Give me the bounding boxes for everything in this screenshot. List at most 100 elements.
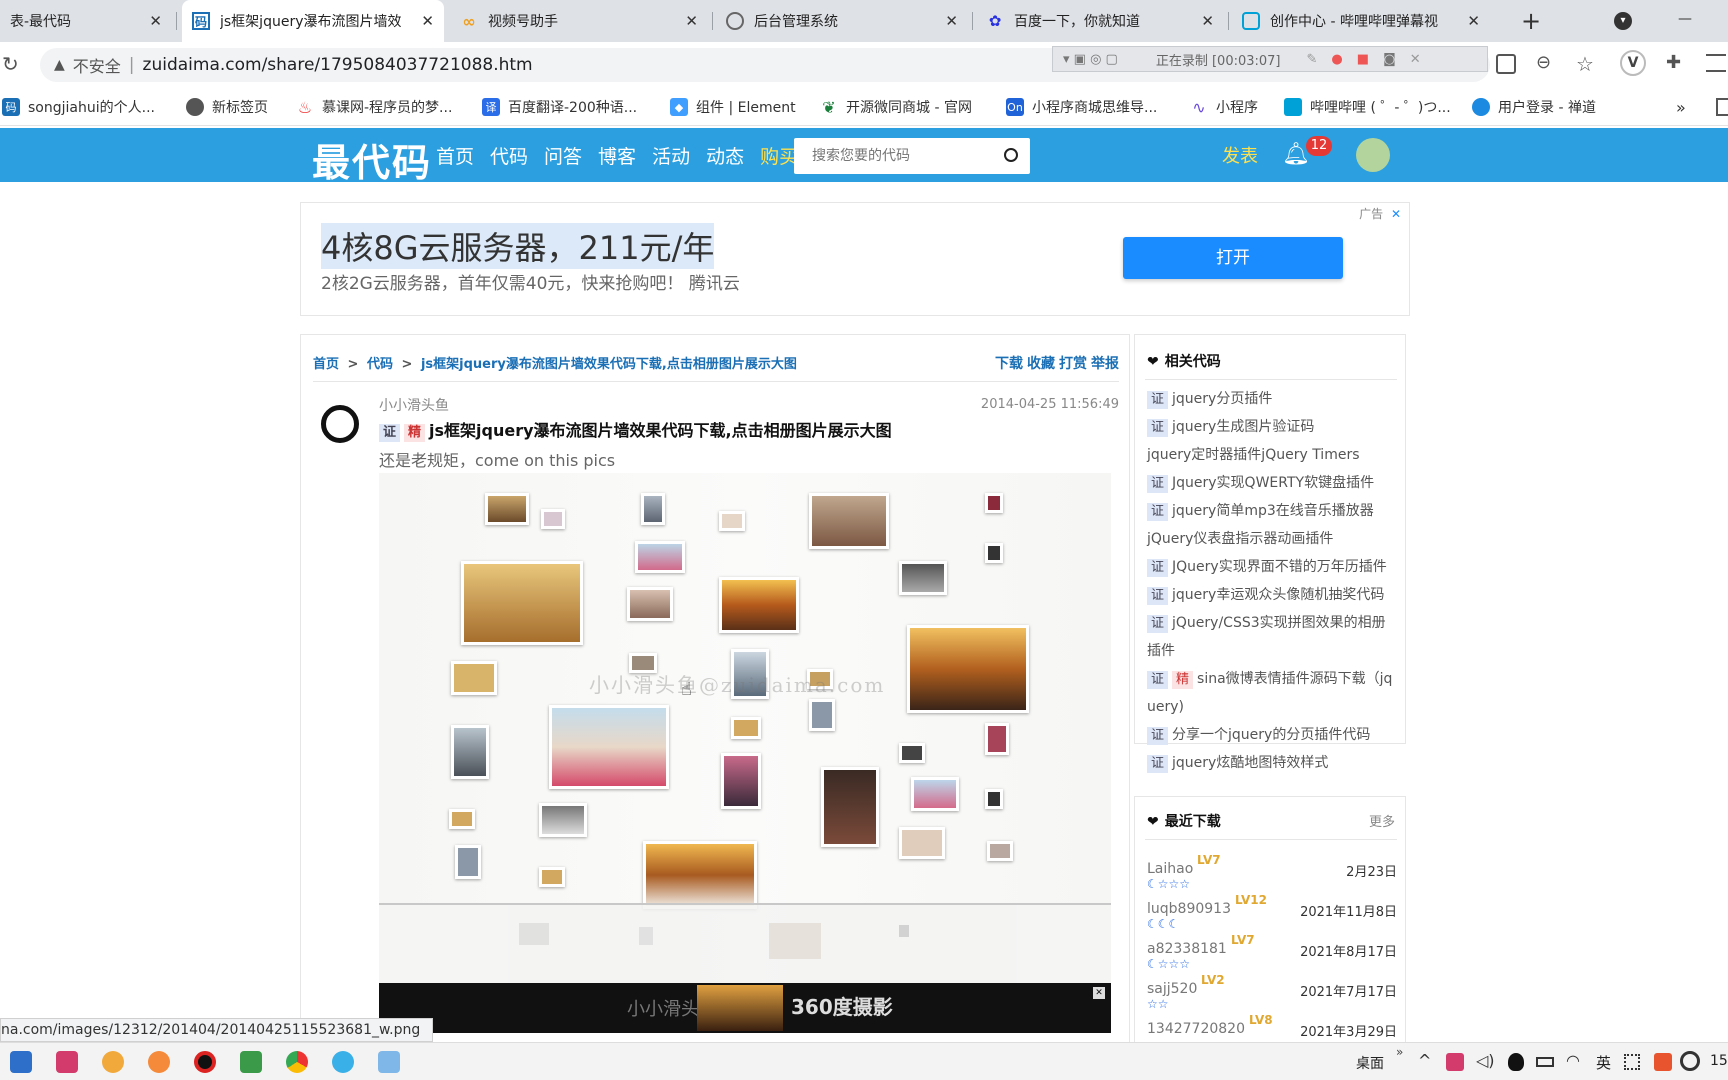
- download-link[interactable]: 下载: [995, 353, 1023, 373]
- tray-more[interactable]: »: [1396, 1045, 1403, 1059]
- extensions-icon[interactable]: ✚: [1666, 52, 1688, 74]
- recorder-controls-icon[interactable]: ▾ ▣ ◎ ▢: [1063, 52, 1118, 67]
- report-link[interactable]: 举报: [1091, 353, 1119, 373]
- tab-admin-system[interactable]: 后台管理系统 ✕: [716, 0, 968, 42]
- nav-buy[interactable]: 购买: [760, 142, 798, 169]
- qq-icon[interactable]: [1508, 1053, 1524, 1071]
- nav-activity[interactable]: 活动: [652, 142, 690, 169]
- photo-thumb[interactable]: [451, 661, 497, 695]
- bookmark-imooc[interactable]: ♨ 慕课网-程序员的梦...: [296, 96, 453, 118]
- post-author[interactable]: 小小滑头鱼: [379, 395, 449, 415]
- photo-thumb[interactable]: [907, 625, 1029, 713]
- related-item[interactable]: 证 jquery幸运观众头像随机抽奖代码: [1147, 581, 1401, 609]
- photo-thumb[interactable]: [987, 841, 1013, 861]
- tip-link[interactable]: 打赏: [1059, 353, 1087, 373]
- photo-thumb[interactable]: [985, 543, 1003, 563]
- recent-more-link[interactable]: 更多: [1369, 811, 1395, 830]
- bookmark-miniprogram[interactable]: ∿ 小程序: [1190, 96, 1258, 118]
- related-item[interactable]: 证 jquery分页插件: [1147, 385, 1401, 413]
- post-title[interactable]: js框架jquery瀑布流图片墙效果代码下载,点击相册图片展示大图: [429, 421, 892, 440]
- battery-icon[interactable]: [1536, 1057, 1554, 1067]
- vue-devtools-icon[interactable]: V: [1620, 50, 1646, 76]
- tray-chevron-up-icon[interactable]: ^: [1418, 1051, 1431, 1070]
- photo-thumb[interactable]: [985, 493, 1003, 513]
- photo-thumb[interactable]: [911, 777, 959, 811]
- new-tab-button[interactable]: +: [1516, 6, 1546, 36]
- tab-jquery-waterfall[interactable]: 码 js框架jquery瀑布流图片墙效 ✕: [182, 0, 444, 42]
- photo-thumb[interactable]: [635, 541, 685, 573]
- download-user[interactable]: a82338181: [1147, 941, 1227, 957]
- ad-open-button[interactable]: 打开: [1123, 237, 1343, 279]
- tab-search-icon[interactable]: ▾: [1614, 12, 1632, 30]
- nav-qa[interactable]: 问答: [544, 142, 582, 169]
- apps-icon[interactable]: [1496, 54, 1516, 74]
- bookmark-element[interactable]: ◆ 组件 | Element: [670, 96, 796, 118]
- desktop-label[interactable]: 桌面: [1356, 1053, 1384, 1073]
- photo-thumb[interactable]: [985, 723, 1009, 755]
- nav-code[interactable]: 代码: [490, 142, 528, 169]
- zoom-icon[interactable]: ⊖: [1536, 52, 1558, 74]
- favorite-link[interactable]: 收藏: [1027, 353, 1055, 373]
- star-icon[interactable]: ☆: [1576, 52, 1598, 76]
- breadcrumb-home[interactable]: 首页: [313, 357, 339, 372]
- photo-thumb[interactable]: [539, 803, 587, 837]
- download-user[interactable]: luqb890913: [1147, 901, 1231, 917]
- related-item[interactable]: uery): [1147, 693, 1401, 721]
- photo-thumb[interactable]: [643, 841, 757, 909]
- wifi-icon[interactable]: ◠: [1566, 1051, 1580, 1070]
- music-icon[interactable]: [148, 1051, 170, 1073]
- photo-thumb[interactable]: [899, 561, 947, 595]
- photo-thumb[interactable]: [485, 493, 529, 525]
- nav-home[interactable]: 首页: [436, 142, 474, 169]
- photo-thumb[interactable]: [719, 511, 745, 531]
- search-icon[interactable]: [1004, 148, 1018, 162]
- photo-thumb[interactable]: [627, 587, 673, 621]
- close-icon[interactable]: ✕: [1093, 987, 1105, 999]
- close-icon[interactable]: ✕: [945, 12, 958, 30]
- record-dot-icon[interactable]: ●: [1331, 52, 1342, 67]
- related-item[interactable]: 证精 sina微博表情插件源码下载（jq: [1147, 665, 1401, 693]
- photo-thumb[interactable]: [641, 493, 665, 525]
- avatar[interactable]: [1356, 138, 1390, 172]
- file-explorer-icon[interactable]: [10, 1051, 32, 1073]
- related-item[interactable]: 证 JQuery实现界面不错的万年历插件: [1147, 553, 1401, 581]
- close-icon[interactable]: ✕: [1391, 207, 1401, 221]
- bookmark-zentao[interactable]: 用户登录 - 禅道: [1472, 96, 1596, 118]
- download-user[interactable]: sajj520: [1147, 981, 1197, 997]
- camera-icon[interactable]: ◙: [1383, 52, 1396, 67]
- download-user[interactable]: 13427720820: [1147, 1021, 1245, 1037]
- photo-wall-preview[interactable]: 小小滑头鱼@zuidaima.com ☝︎ 小小滑头鱼@zui 360度摄影 ✕: [379, 473, 1111, 1033]
- ime-grid-icon[interactable]: [1624, 1054, 1640, 1070]
- intellij-icon[interactable]: [56, 1051, 78, 1073]
- close-icon[interactable]: ✕: [1410, 52, 1421, 67]
- circle-app-icon[interactable]: [1680, 1051, 1700, 1071]
- sidebar-toggle-icon[interactable]: [1716, 98, 1728, 116]
- ad-banner[interactable]: 广告 ✕ 4核8G云服务器，211元/年 2核2G云服务器，首年仅需40元，快来…: [300, 202, 1410, 316]
- tab-zuidaima-list[interactable]: 表-最代码 ✕: [0, 0, 172, 42]
- publish-link[interactable]: 发表: [1222, 142, 1258, 168]
- author-avatar[interactable]: [321, 405, 359, 443]
- tab-baidu[interactable]: ✿ 百度一下，你就知道 ✕: [976, 0, 1224, 42]
- site-search-input[interactable]: [804, 144, 984, 168]
- bookmark-weitong[interactable]: ❦ 开源微同商城 - 官网: [820, 96, 972, 118]
- site-search-box[interactable]: [794, 138, 1030, 174]
- app-icon[interactable]: [378, 1051, 400, 1073]
- photo-thumb[interactable]: [451, 725, 489, 779]
- photo-thumb[interactable]: [455, 845, 481, 879]
- bookmark-songjiahui[interactable]: 码 songjiahui的个人...: [2, 96, 155, 118]
- tab-weixin-channels[interactable]: ∞ 视频号助手 ✕: [450, 0, 708, 42]
- breadcrumb-current[interactable]: js框架jquery瀑布流图片墙效果代码下载,点击相册图片展示大图: [421, 357, 797, 372]
- breadcrumb-code[interactable]: 代码: [367, 357, 393, 372]
- site-logo[interactable]: 最代码: [312, 132, 432, 187]
- stop-icon[interactable]: ■: [1357, 52, 1369, 67]
- photo-thumb[interactable]: [549, 705, 669, 789]
- photo-thumb[interactable]: [731, 717, 761, 739]
- related-item[interactable]: 证 jquery简单mp3在线音乐播放器: [1147, 497, 1401, 525]
- download-user[interactable]: Laihao: [1147, 861, 1193, 877]
- bookmark-bilibili[interactable]: 哔哩哔哩 ( ゜- ゜)つ...: [1284, 96, 1451, 118]
- sheet-icon[interactable]: [240, 1051, 262, 1073]
- photo-thumb[interactable]: [721, 753, 761, 809]
- related-item[interactable]: 证 jQuery/CSS3实现拼图效果的相册: [1147, 609, 1401, 637]
- close-icon[interactable]: ✕: [149, 12, 162, 30]
- related-item[interactable]: 证 jquery炫酷地图特效样式: [1147, 749, 1401, 777]
